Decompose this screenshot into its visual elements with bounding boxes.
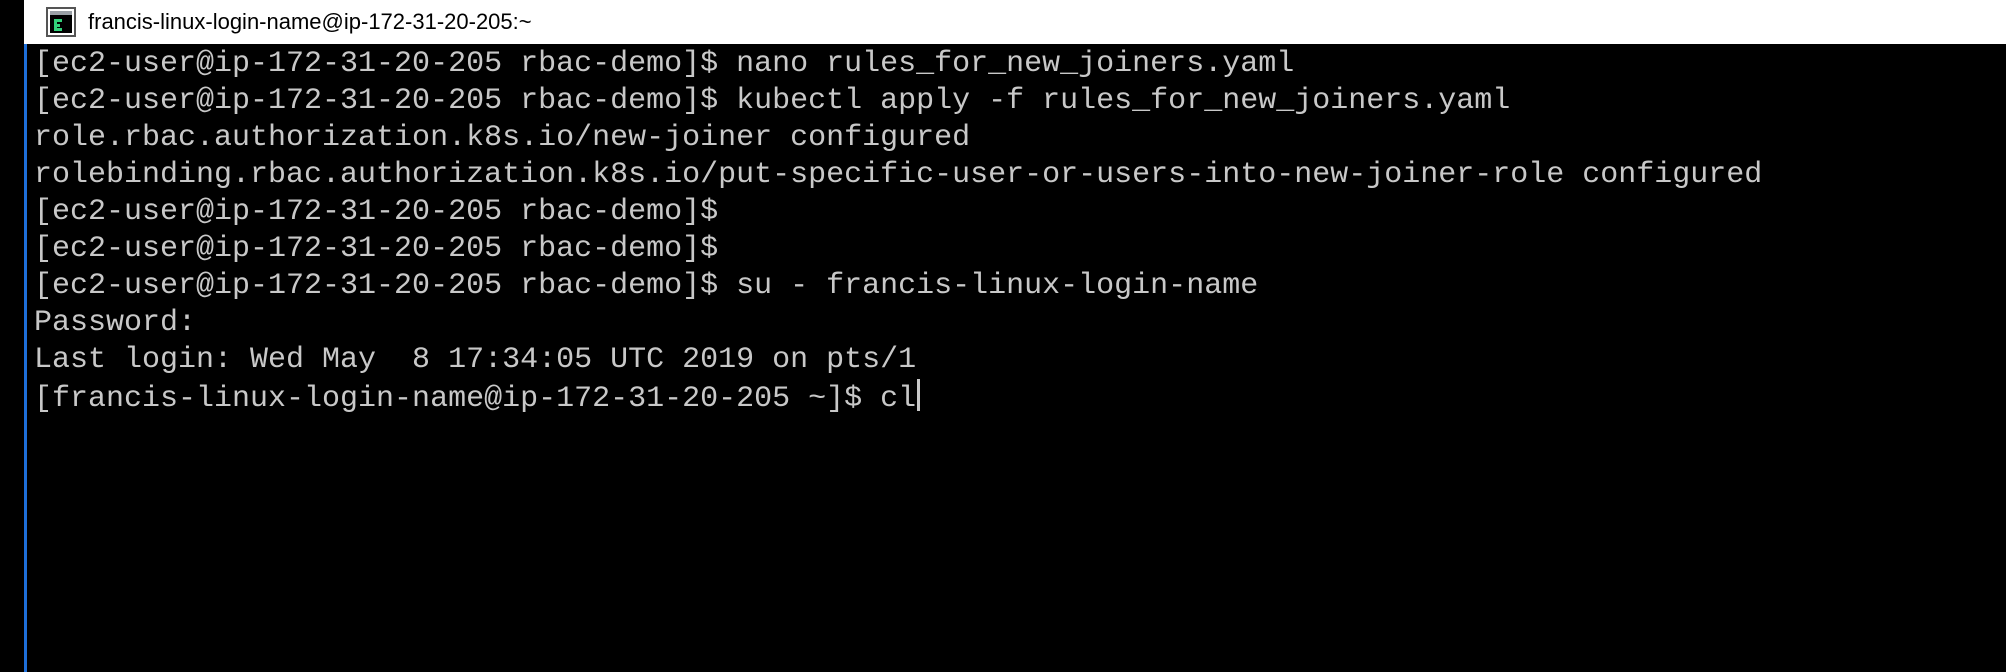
scrollbar[interactable] <box>1992 44 2006 672</box>
terminal-line: [ec2-user@ip-172-31-20-205 rbac-demo]$ k… <box>34 84 1511 118</box>
terminal-line: [ec2-user@ip-172-31-20-205 rbac-demo]$ n… <box>34 47 1295 81</box>
terminal-line: role.rbac.authorization.k8s.io/new-joine… <box>34 121 971 155</box>
terminal-icon <box>46 7 76 37</box>
current-command: [francis-linux-login-name@ip-172-31-20-2… <box>34 382 917 416</box>
terminal-prompt-line[interactable]: [francis-linux-login-name@ip-172-31-20-2… <box>34 379 2006 416</box>
screen: francis-linux-login-name@ip-172-31-20-20… <box>0 0 2006 672</box>
terminal-line: Last login: Wed May 8 17:34:05 UTC 2019 … <box>34 343 917 377</box>
terminal-line: [ec2-user@ip-172-31-20-205 rbac-demo]$ s… <box>34 269 1259 303</box>
terminal-line: rolebinding.rbac.authorization.k8s.io/pu… <box>34 158 1763 192</box>
terminal-output[interactable]: [ec2-user@ip-172-31-20-205 rbac-demo]$ n… <box>24 44 2006 672</box>
title-bar[interactable]: francis-linux-login-name@ip-172-31-20-20… <box>24 0 2006 44</box>
desktop-edge <box>0 0 24 672</box>
text-cursor <box>917 379 921 411</box>
terminal-line: Password: <box>34 306 197 340</box>
terminal-window[interactable]: francis-linux-login-name@ip-172-31-20-20… <box>24 0 2006 672</box>
window-title: francis-linux-login-name@ip-172-31-20-20… <box>88 9 532 34</box>
terminal-line: [ec2-user@ip-172-31-20-205 rbac-demo]$ <box>34 232 719 266</box>
terminal-line: [ec2-user@ip-172-31-20-205 rbac-demo]$ <box>34 195 719 229</box>
